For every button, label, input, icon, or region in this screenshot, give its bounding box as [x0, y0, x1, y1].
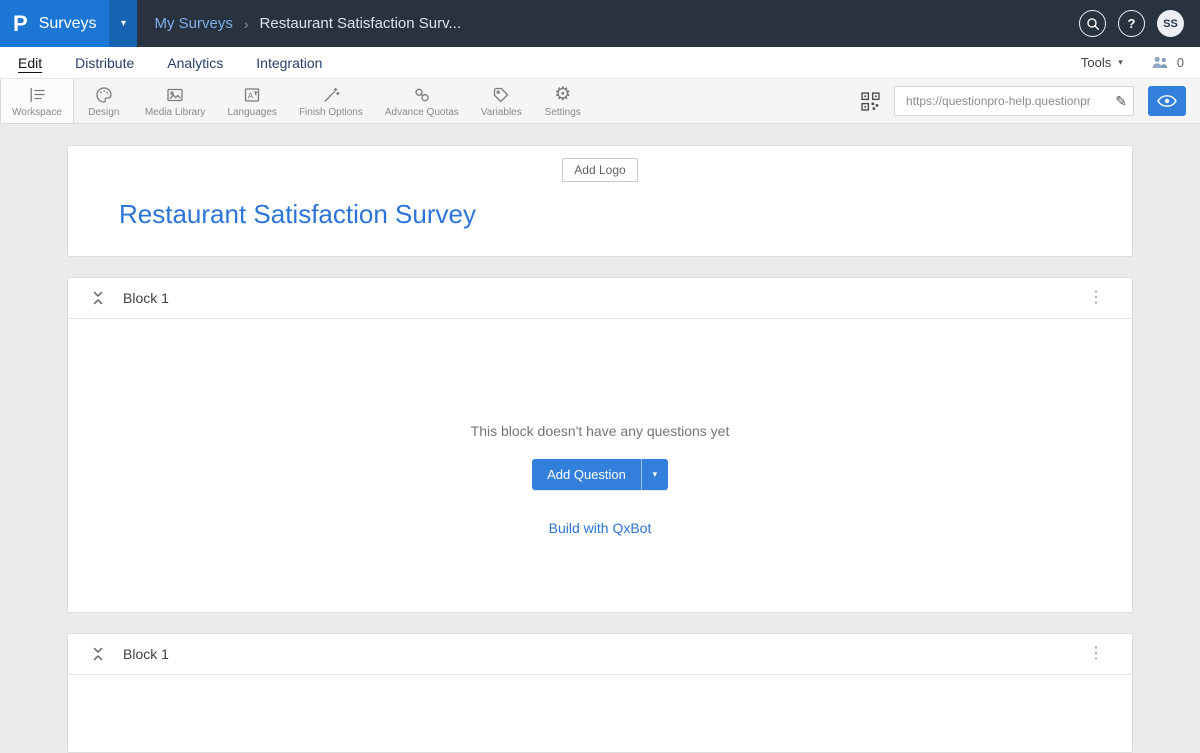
block-name: Block 1	[123, 290, 169, 306]
preview-button[interactable]	[1148, 86, 1186, 116]
collapse-block-button[interactable]	[91, 646, 105, 662]
wand-icon	[321, 84, 341, 105]
palette-icon	[94, 84, 114, 105]
survey-nav-tabs: Edit Distribute Analytics Integration	[18, 47, 322, 78]
add-logo-button[interactable]: Add Logo	[562, 158, 637, 182]
product-switcher[interactable]: P Surveys ▾	[0, 0, 137, 47]
toolbar-item-languages[interactable]: A Languages	[216, 79, 288, 123]
add-question-button[interactable]: Add Question	[532, 459, 641, 490]
gear-icon: ⚙	[554, 84, 571, 105]
tag-icon	[491, 84, 511, 105]
survey-canvas: Add Logo Restaurant Satisfaction Survey …	[0, 124, 1200, 753]
toolbar-item-label: Languages	[227, 107, 277, 118]
tools-label: Tools	[1081, 55, 1111, 70]
toolbar-item-workspace[interactable]: Workspace	[0, 79, 74, 123]
help-button[interactable]: ?	[1118, 10, 1145, 37]
collapse-icon	[91, 290, 105, 306]
image-icon	[165, 84, 185, 105]
block-header: Block 1 ⋮	[68, 634, 1132, 675]
block-body: This block doesn't have any questions ye…	[68, 319, 1132, 612]
survey-url-field: ✎	[894, 86, 1134, 116]
eye-icon	[1157, 95, 1177, 107]
search-icon	[1086, 17, 1100, 31]
tab-distribute[interactable]: Distribute	[75, 55, 134, 71]
editor-toolbar: Workspace Design Media Library A Languag…	[0, 78, 1200, 124]
avatar[interactable]: SS	[1157, 10, 1184, 37]
tab-edit[interactable]: Edit	[18, 55, 42, 71]
translate-icon: A	[242, 84, 262, 105]
toolbar-item-label: Settings	[545, 107, 581, 118]
vertical-dots-icon: ⋮	[1088, 645, 1104, 662]
toolbar-item-label: Advance Quotas	[385, 107, 459, 118]
block-card-2: Block 1 ⋮	[67, 633, 1133, 753]
toolbar-item-label: Variables	[481, 107, 522, 118]
survey-title[interactable]: Restaurant Satisfaction Survey	[119, 199, 1132, 230]
topbar: P Surveys ▾ My Surveys › Restaurant Sati…	[0, 0, 1200, 47]
breadcrumb-current-survey: Restaurant Satisfaction Surv...	[260, 15, 461, 32]
collapse-icon	[91, 646, 105, 662]
toolbar-item-design[interactable]: Design	[74, 79, 134, 123]
tab-analytics[interactable]: Analytics	[167, 55, 223, 71]
toolbar-right: ✎	[861, 79, 1200, 123]
toolbar-item-advance-quotas[interactable]: Advance Quotas	[374, 79, 470, 123]
collapse-block-button[interactable]	[91, 290, 105, 306]
toolbar-item-label: Finish Options	[299, 107, 363, 118]
vertical-dots-icon: ⋮	[1088, 289, 1104, 306]
edit-url-pencil-icon[interactable]: ✎	[1111, 93, 1127, 110]
survey-nav: Edit Distribute Analytics Integration To…	[0, 47, 1200, 78]
help-icon: ?	[1128, 16, 1136, 31]
build-with-qxbot-link[interactable]: Build with QxBot	[549, 520, 652, 536]
add-question-split-button: Add Question ▾	[532, 459, 668, 490]
collaborators-indicator[interactable]: 0	[1151, 55, 1184, 70]
chevron-down-icon: ▾	[1118, 57, 1123, 68]
block-card: Block 1 ⋮ This block doesn't have any qu…	[67, 277, 1133, 613]
tools-menu[interactable]: Tools ▾	[1081, 55, 1123, 70]
toolbar-item-label: Workspace	[12, 107, 62, 118]
toolbar-item-label: Design	[88, 107, 119, 118]
toolbar-item-settings[interactable]: ⚙ Settings	[533, 79, 593, 123]
svg-text:A: A	[248, 90, 254, 100]
survey-url-input[interactable]	[904, 93, 1111, 109]
block-header: Block 1 ⋮	[68, 278, 1132, 319]
chevron-down-icon: ▾	[653, 469, 658, 479]
toolbar-item-media-library[interactable]: Media Library	[134, 79, 217, 123]
qr-code-icon[interactable]	[861, 92, 880, 111]
collaborators-count: 0	[1177, 55, 1184, 70]
add-question-dropdown-button[interactable]: ▾	[641, 459, 668, 490]
block-menu-button[interactable]: ⋮	[1084, 290, 1108, 306]
survey-nav-right: Tools ▾ 0	[1081, 55, 1184, 70]
search-button[interactable]	[1079, 10, 1106, 37]
toolbar-item-label: Media Library	[145, 107, 206, 118]
empty-block-message: This block doesn't have any questions ye…	[471, 423, 730, 439]
workspace-icon	[27, 84, 47, 105]
survey-header-card: Add Logo Restaurant Satisfaction Survey	[67, 145, 1133, 257]
toolbar-item-finish-options[interactable]: Finish Options	[288, 79, 374, 123]
breadcrumb-separator-icon: ›	[244, 16, 249, 32]
chevron-down-icon[interactable]: ▾	[109, 0, 137, 47]
brand-label: Surveys	[39, 15, 97, 33]
toolbar-item-variables[interactable]: Variables	[470, 79, 533, 123]
block-name: Block 1	[123, 646, 169, 662]
people-icon	[1151, 56, 1170, 69]
breadcrumb: My Surveys › Restaurant Satisfaction Sur…	[154, 15, 461, 32]
topbar-actions: ? SS	[1079, 10, 1200, 37]
questionpro-logo: P	[13, 13, 28, 35]
tab-integration[interactable]: Integration	[256, 55, 322, 71]
breadcrumb-my-surveys[interactable]: My Surveys	[154, 15, 232, 32]
links-icon	[412, 84, 432, 105]
block-menu-button[interactable]: ⋮	[1084, 646, 1108, 662]
